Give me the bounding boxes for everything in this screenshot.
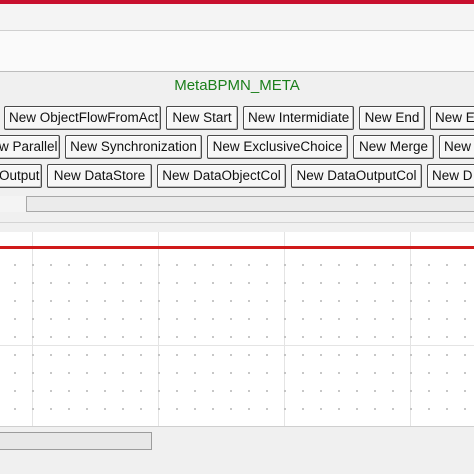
new-synchronization-button[interactable]: New Synchronization: [65, 135, 202, 159]
new-e-button[interactable]: New E: [430, 106, 474, 130]
new-parallel-button[interactable]: w Parallel: [0, 135, 60, 159]
status-strip: [0, 452, 474, 474]
upper-pane: [0, 31, 474, 72]
scrollbar-corner: [0, 196, 26, 212]
new-truncated-button[interactable]: New: [439, 135, 474, 159]
canvas-horizontal-scrollbar-thumb[interactable]: [0, 432, 152, 450]
new-dataoutputcol-button[interactable]: New DataOutputCol: [291, 164, 422, 188]
new-exclusivechoice-button[interactable]: New ExclusiveChoice: [207, 135, 348, 159]
new-intermidiate-button[interactable]: New Intermidiate: [243, 106, 354, 130]
toolbar-horizontal-scrollbar[interactable]: [26, 196, 474, 212]
diagram-canvas[interactable]: [0, 232, 474, 427]
panel-title: MetaBPMN_META: [174, 77, 300, 94]
new-merge-button[interactable]: New Merge: [353, 135, 434, 159]
new-dataoutput-button[interactable]: Output: [0, 164, 42, 188]
new-end-button[interactable]: New End: [359, 106, 425, 130]
new-start-button[interactable]: New Start: [166, 106, 238, 130]
new-d-button[interactable]: New D: [427, 164, 474, 188]
new-datastore-button[interactable]: New DataStore: [47, 164, 152, 188]
separator: [0, 222, 474, 223]
new-dataobjectcol-button[interactable]: New DataObjectCol: [157, 164, 286, 188]
window-title-strip: [0, 4, 474, 31]
new-objectflowfromact-button[interactable]: New ObjectFlowFromAct: [4, 106, 161, 130]
lane-boundary-line: [0, 246, 474, 249]
